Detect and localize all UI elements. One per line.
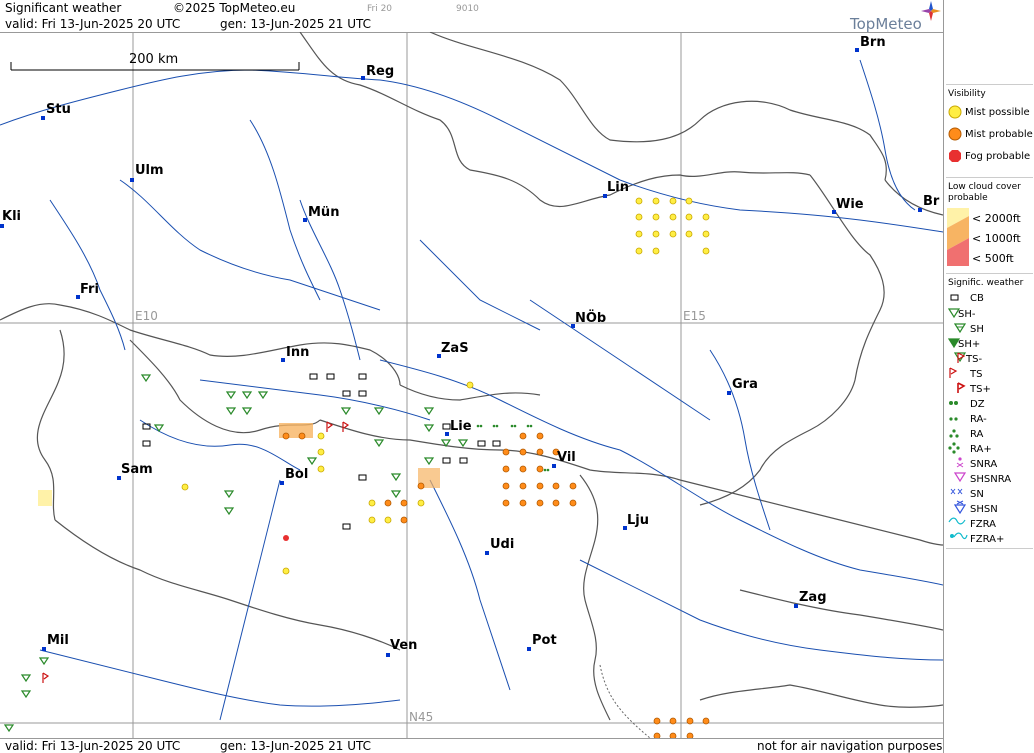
city-udi: Udi xyxy=(490,537,515,552)
generated-time: gen: 13-Jun-2025 21 UTC xyxy=(220,17,372,31)
legend-cb: CB xyxy=(970,293,984,304)
legend-ts-minus: TS- xyxy=(966,354,983,365)
scale-bar-label: 200 km xyxy=(129,52,179,67)
legend-shsnra: SHSNRA xyxy=(970,474,1012,485)
fzra-plus-icon xyxy=(950,532,968,540)
legend-ra-plus: RA+ xyxy=(970,444,992,455)
footer-generated-time: gen: 13-Jun-2025 21 UTC xyxy=(220,739,372,753)
compass-logo-icon xyxy=(921,1,941,21)
grid-label-e10: E10 xyxy=(135,309,158,323)
legend-fzra-plus: FZRA+ xyxy=(970,534,1005,545)
city-zag: Zag xyxy=(799,590,827,605)
city-wie: Wie xyxy=(836,197,864,212)
legend-panel: Visibility Mist possible Mist probable F… xyxy=(943,0,1034,753)
map-base xyxy=(0,32,943,738)
legend-sig-title: Signific. weather xyxy=(948,278,1024,288)
legend-sh-plus: SH+ xyxy=(958,339,981,350)
legend-ra-minus: RA- xyxy=(970,414,987,425)
ts-plus-icon xyxy=(957,382,966,393)
city-kli: Kli xyxy=(2,209,21,224)
legend-mist-possible: Mist possible xyxy=(965,107,1030,118)
legend-mist-probable: Mist probable xyxy=(965,129,1033,140)
sh-icon xyxy=(954,323,966,334)
legend-ts-plus: TS+ xyxy=(970,384,991,395)
sn-icon xyxy=(950,488,963,495)
legend-cloud-title-1: Low cloud cover xyxy=(948,182,1021,192)
city-gra: Gra xyxy=(732,377,758,392)
small-label-2: 9010 xyxy=(456,4,479,14)
cloud-cover-swatch xyxy=(947,208,969,266)
footer-valid-time: valid: Fri 13-Jun-2025 20 UTC xyxy=(5,739,181,753)
map-area: 200 km E10 E15 N45 Brn Reg Stu Ulm Lin W… xyxy=(0,32,943,738)
city-bol: Bol xyxy=(285,467,309,482)
city-reg: Reg xyxy=(366,64,395,79)
legend-cloud-500: < 500ft xyxy=(972,252,1014,265)
fog-probable-icon xyxy=(949,150,961,162)
chart-title: Significant weather xyxy=(5,1,122,15)
legend-cloud-2000: < 2000ft xyxy=(972,212,1021,225)
grid-label-e15: E15 xyxy=(683,309,706,323)
mist-possible-icon xyxy=(948,105,962,119)
legend-visibility-title: Visibility xyxy=(948,89,986,99)
city-sam: Sam xyxy=(121,462,153,477)
legend-shsn: SHSN xyxy=(970,504,998,515)
copyright: ©2025 TopMeteo.eu xyxy=(173,1,296,15)
city-mil: Mil xyxy=(47,633,69,648)
legend-fog-probable: Fog probable xyxy=(965,151,1031,162)
city-lie: Lie xyxy=(450,419,472,434)
cb-icon xyxy=(950,294,959,301)
legend-snra: SNRA xyxy=(970,459,998,470)
city-pot: Pot xyxy=(532,633,557,648)
fzra-icon xyxy=(948,517,966,525)
city-brn: Brn xyxy=(860,35,886,50)
legend-sh: SH xyxy=(970,324,984,335)
legend-ts: TS xyxy=(970,369,983,380)
weather-chart: Significant weather ©2025 TopMeteo.eu Fr… xyxy=(0,0,1034,753)
city-nob: NÖb xyxy=(575,311,607,326)
legend-dz: DZ xyxy=(970,399,985,410)
legend-sn: SN xyxy=(970,489,984,500)
city-lju: Lju xyxy=(627,513,649,528)
legend-sh-minus: SH- xyxy=(958,309,976,320)
city-stu: Stu xyxy=(46,102,71,117)
small-label-1: Fri 20 xyxy=(367,4,393,14)
city-br: Br xyxy=(923,194,940,209)
shsnra-icon xyxy=(954,472,966,483)
city-ulm: Ulm xyxy=(135,163,164,178)
legend-ra: RA xyxy=(970,429,984,440)
ra-plus-icon xyxy=(948,442,960,454)
city-ven: Ven xyxy=(390,638,418,653)
ra-minus-icon xyxy=(949,417,958,421)
shsn-icon xyxy=(954,500,966,514)
grid-label-n45: N45 xyxy=(409,710,434,724)
legend-cloud-title-2: probable xyxy=(948,193,988,203)
ts-icon xyxy=(949,367,958,378)
city-fri: Fri xyxy=(80,282,99,297)
legend-cloud-1000: < 1000ft xyxy=(972,232,1021,245)
city-zas: ZaS xyxy=(441,341,469,356)
city-vil: Vil xyxy=(557,450,576,465)
snra-icon xyxy=(956,457,964,468)
brand-logo-text: TopMeteo xyxy=(850,15,922,33)
city-inn: Inn xyxy=(286,345,310,360)
ra-icon xyxy=(949,429,959,438)
city-mun: Mün xyxy=(308,205,340,220)
mist-probable-icon xyxy=(948,127,962,141)
city-lin: Lin xyxy=(607,180,629,195)
valid-time: valid: Fri 13-Jun-2025 20 UTC xyxy=(5,17,181,31)
disclaimer: not for air navigation purposes xyxy=(757,739,943,753)
legend-fzra: FZRA xyxy=(970,519,996,530)
dz-icon xyxy=(949,401,958,405)
